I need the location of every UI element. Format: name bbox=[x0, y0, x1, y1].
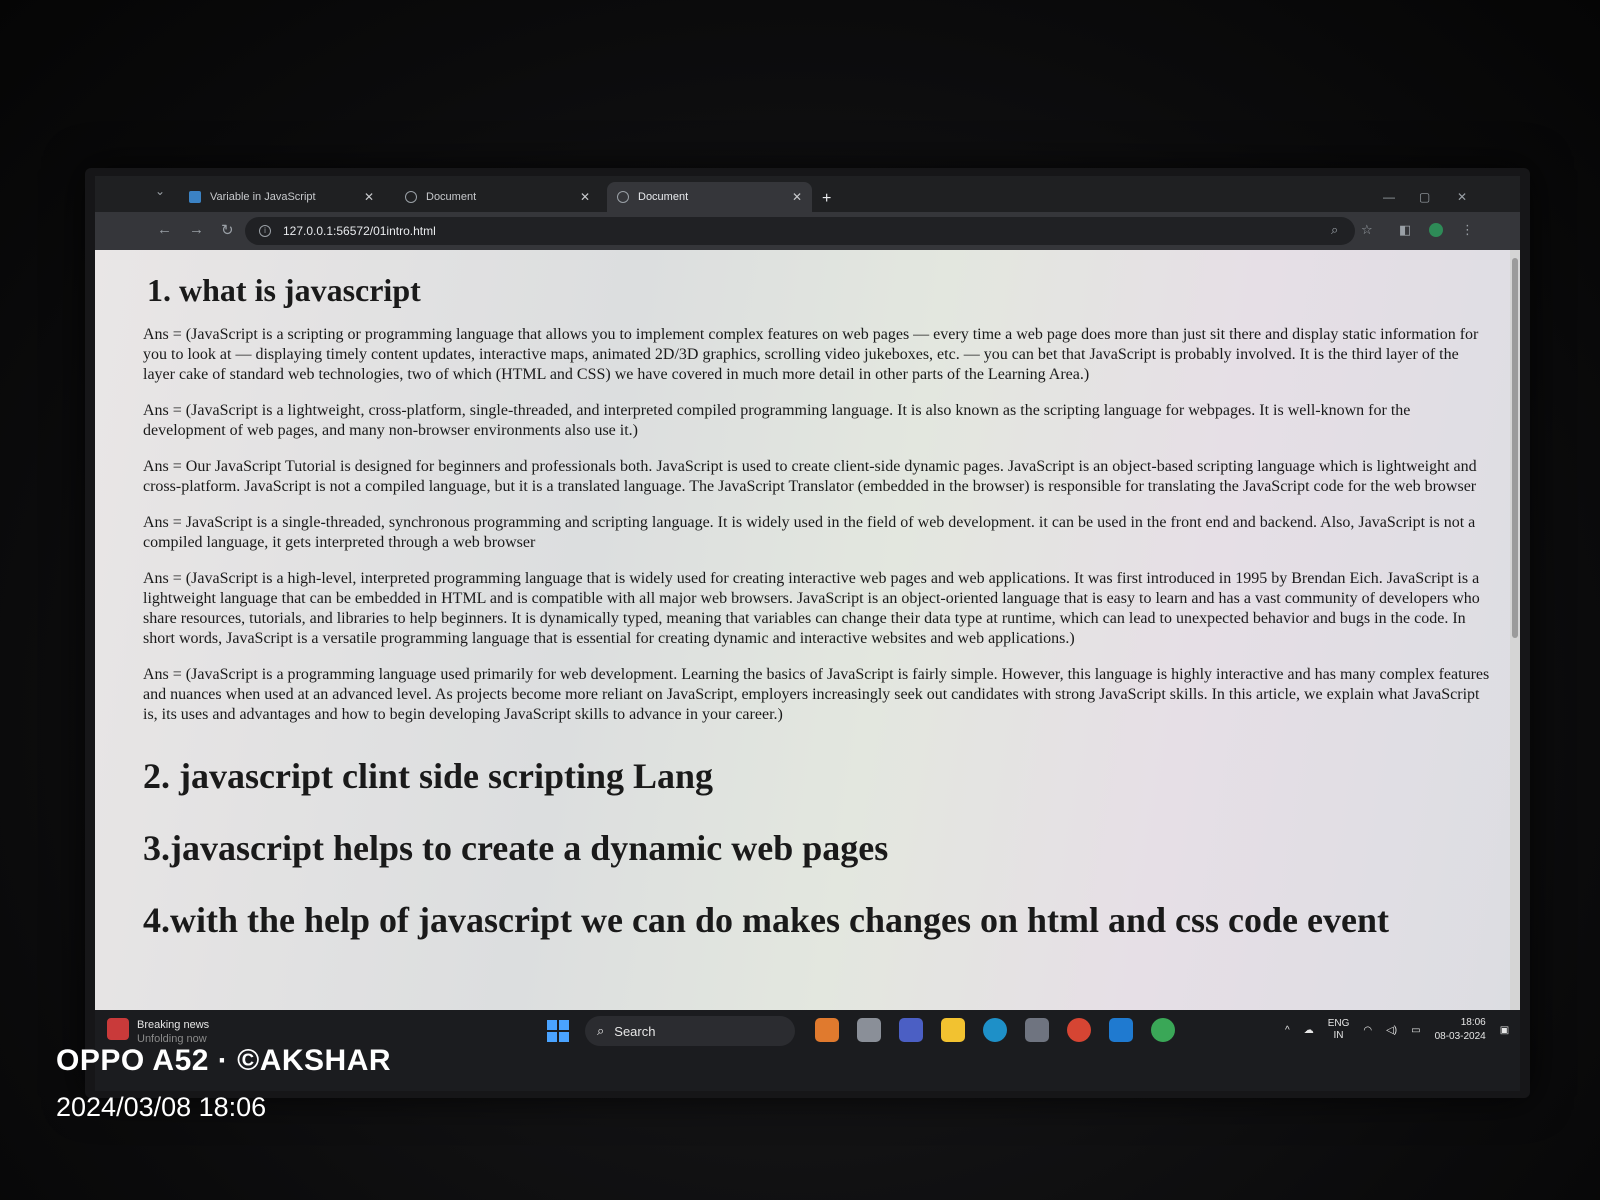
menu-icon[interactable]: ⋮ bbox=[1461, 222, 1474, 238]
browser-window: ⌄ Variable in JavaScript ✕ Document ✕ Do… bbox=[95, 176, 1520, 1091]
clock-time: 18:06 bbox=[1460, 1017, 1486, 1028]
close-icon[interactable]: ✕ bbox=[580, 190, 590, 204]
news-icon bbox=[107, 1018, 129, 1040]
tab-label: Document bbox=[638, 191, 689, 203]
chrome-profile-icon[interactable] bbox=[1151, 1018, 1175, 1042]
close-icon[interactable]: ✕ bbox=[364, 190, 374, 204]
tab-search-icon[interactable]: ⌄ bbox=[155, 184, 165, 198]
cloud-icon[interactable]: ☁ bbox=[1304, 1025, 1314, 1036]
volume-icon[interactable]: ◁) bbox=[1386, 1025, 1397, 1036]
taskbar-apps bbox=[815, 1018, 1175, 1042]
tab-document-2[interactable]: Document ✕ bbox=[607, 182, 812, 212]
bookmark-star-icon[interactable]: ☆ bbox=[1361, 222, 1373, 238]
teams-icon[interactable] bbox=[899, 1018, 923, 1042]
battery-icon[interactable]: ▭ bbox=[1411, 1025, 1420, 1036]
close-icon[interactable]: ✕ bbox=[792, 190, 802, 204]
page-scrollbar[interactable] bbox=[1510, 250, 1520, 1010]
minimize-icon[interactable]: — bbox=[1383, 190, 1395, 204]
address-url: 127.0.0.1:56572/01intro.html bbox=[283, 224, 436, 238]
tab-document-1[interactable]: Document ✕ bbox=[395, 182, 600, 212]
heading-client-side: 2. javascript clint side scripting Lang bbox=[143, 756, 714, 796]
answer-paragraph: Ans = Our JavaScript Tutorial is designe… bbox=[143, 458, 1477, 495]
news-widget[interactable]: Breaking news Unfolding now bbox=[107, 1018, 209, 1046]
page-content: 1. what is javascript Ans = (JavaScript … bbox=[143, 250, 1493, 951]
answer-paragraph: Ans = (JavaScript is a programming langu… bbox=[143, 666, 1490, 723]
reload-icon[interactable]: ↻ bbox=[221, 221, 234, 239]
close-window-icon[interactable]: ✕ bbox=[1457, 190, 1467, 204]
answer-paragraph: Ans = (JavaScript is a lightweight, cros… bbox=[143, 402, 1411, 439]
chevron-up-icon[interactable]: ^ bbox=[1285, 1025, 1290, 1036]
back-icon[interactable]: ← bbox=[157, 221, 172, 238]
vscode-icon[interactable] bbox=[1109, 1018, 1133, 1042]
heading-changes-html-css: 4.with the help of javascript we can do … bbox=[143, 900, 1389, 940]
answer-paragraph: Ans = JavaScript is a single-threaded, s… bbox=[143, 514, 1476, 551]
site-icon bbox=[189, 191, 201, 203]
forward-icon[interactable]: → bbox=[189, 221, 204, 238]
info-icon[interactable]: i bbox=[259, 225, 271, 237]
lang-code: ENG bbox=[1327, 1018, 1350, 1029]
search-label: Search bbox=[614, 1023, 656, 1039]
answer-paragraph: Ans = (JavaScript is a high-level, inter… bbox=[143, 570, 1480, 647]
clock-date: 08-03-2024 bbox=[1434, 1031, 1486, 1042]
windows-start-icon[interactable] bbox=[547, 1020, 569, 1042]
answer-paragraph: Ans = (JavaScript is a scripting or prog… bbox=[143, 326, 1479, 383]
browser-toolbar: ← → ↻ i 127.0.0.1:56572/01intro.html ⌕ ☆… bbox=[95, 212, 1520, 250]
new-tab-button[interactable]: + bbox=[822, 190, 831, 208]
globe-icon bbox=[617, 191, 629, 203]
news-title: Breaking news bbox=[137, 1019, 210, 1031]
scrollbar-thumb[interactable] bbox=[1512, 258, 1518, 638]
tab-variable-in-javascript[interactable]: Variable in JavaScript ✕ bbox=[179, 182, 384, 212]
language-indicator[interactable]: ENG IN bbox=[1328, 1018, 1350, 1042]
search-icon: ⌕ bbox=[597, 1023, 605, 1038]
widget-app-icon[interactable] bbox=[815, 1018, 839, 1042]
store-icon[interactable] bbox=[1025, 1018, 1049, 1042]
edge-icon[interactable] bbox=[983, 1018, 1007, 1042]
taskbar-search[interactable]: ⌕ Search bbox=[585, 1016, 795, 1046]
camera-watermark-datetime: 2024/03/08 18:06 bbox=[56, 1092, 267, 1122]
file-explorer-icon[interactable] bbox=[941, 1018, 965, 1042]
camera-watermark-device: OPPO A52 · ©AKSHAR bbox=[56, 1044, 392, 1077]
heading-dynamic-pages: 3.javascript helps to create a dynamic w… bbox=[143, 828, 889, 868]
tab-label: Document bbox=[426, 191, 477, 203]
chrome-icon[interactable] bbox=[1067, 1018, 1091, 1042]
page-viewport: 1. what is javascript Ans = (JavaScript … bbox=[95, 250, 1520, 1010]
clock[interactable]: 18:06 08-03-2024 bbox=[1435, 1016, 1486, 1044]
tab-strip: ⌄ Variable in JavaScript ✕ Document ✕ Do… bbox=[95, 176, 1520, 212]
task-view-icon[interactable] bbox=[857, 1018, 881, 1042]
profile-avatar[interactable] bbox=[1429, 223, 1443, 237]
tab-label: Variable in JavaScript bbox=[210, 191, 316, 203]
lang-region: IN bbox=[1333, 1030, 1344, 1041]
heading-what-is-javascript: 1. what is javascript bbox=[147, 272, 421, 308]
wifi-icon[interactable]: ◠ bbox=[1363, 1025, 1372, 1036]
address-bar[interactable]: i 127.0.0.1:56572/01intro.html bbox=[245, 217, 1355, 245]
side-panel-icon[interactable]: ◧ bbox=[1399, 222, 1411, 238]
maximize-icon[interactable]: ▢ bbox=[1419, 190, 1430, 204]
globe-icon bbox=[405, 191, 417, 203]
system-tray: ^ ☁ ENG IN ◠ ◁) ▭ 18:06 08-03-2024 ▣ bbox=[1285, 1016, 1509, 1044]
notification-icon[interactable]: ▣ bbox=[1500, 1025, 1509, 1036]
zoom-icon[interactable]: ⌕ bbox=[1331, 222, 1338, 238]
